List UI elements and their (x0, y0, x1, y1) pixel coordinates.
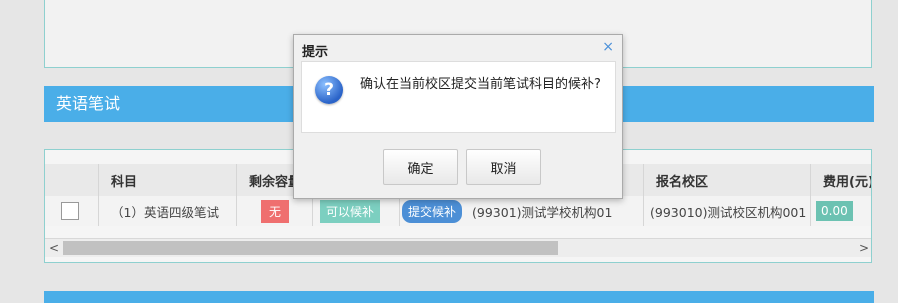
header-select (45, 164, 98, 196)
next-section-header (44, 291, 874, 303)
row-checkbox[interactable] (61, 202, 79, 220)
close-icon[interactable]: × (602, 39, 614, 55)
cell-fee: 0.00 (810, 196, 871, 226)
confirm-dialog: 提示 × ? 确认在当前校区提交当前笔试科目的候补? 确定 取消 (293, 34, 623, 199)
header-subject: 科目 (98, 164, 236, 196)
scroll-left-arrow-icon[interactable]: < (45, 239, 63, 257)
remaining-badge: 无 (261, 199, 290, 223)
scroll-right-arrow-icon[interactable]: > (855, 239, 871, 257)
waitlist-badge: 可以候补 (320, 199, 381, 223)
cancel-button[interactable]: 取消 (466, 149, 541, 185)
submit-waitlist-button[interactable]: 提交候补 (402, 199, 463, 223)
header-fee: 费用(元) (810, 164, 871, 196)
header-campus: 报名校区 (643, 164, 810, 196)
fee-badge: 0.00 (816, 201, 853, 221)
scroll-thumb[interactable] (63, 241, 558, 255)
cell-subject: （1）英语四级笔试 (98, 196, 236, 226)
ok-button[interactable]: 确定 (383, 149, 458, 185)
dialog-message: 确认在当前校区提交当前笔试科目的候补? (360, 77, 601, 92)
horizontal-scrollbar[interactable]: < > (45, 238, 871, 257)
cell-school: 提交候补 (99301)测试学校机构01 (399, 196, 643, 226)
cell-remaining: 无 (236, 196, 312, 226)
cell-waitlist: 可以候补 (312, 196, 399, 226)
row-select-cell (45, 196, 98, 226)
question-icon: ? (315, 76, 343, 104)
dialog-title: 提示 (302, 45, 329, 60)
dialog-body: ? 确认在当前校区提交当前笔试科目的候补? (301, 61, 616, 133)
table-row: （1）英语四级笔试 无 可以候补 提交候补 (99301)测试学校机构01 (9… (45, 196, 871, 226)
cell-campus: (993010)测试校区机构001 (643, 196, 810, 226)
section-title: 英语笔试 (56, 94, 121, 113)
school-name: (99301)测试学校机构01 (472, 204, 613, 220)
